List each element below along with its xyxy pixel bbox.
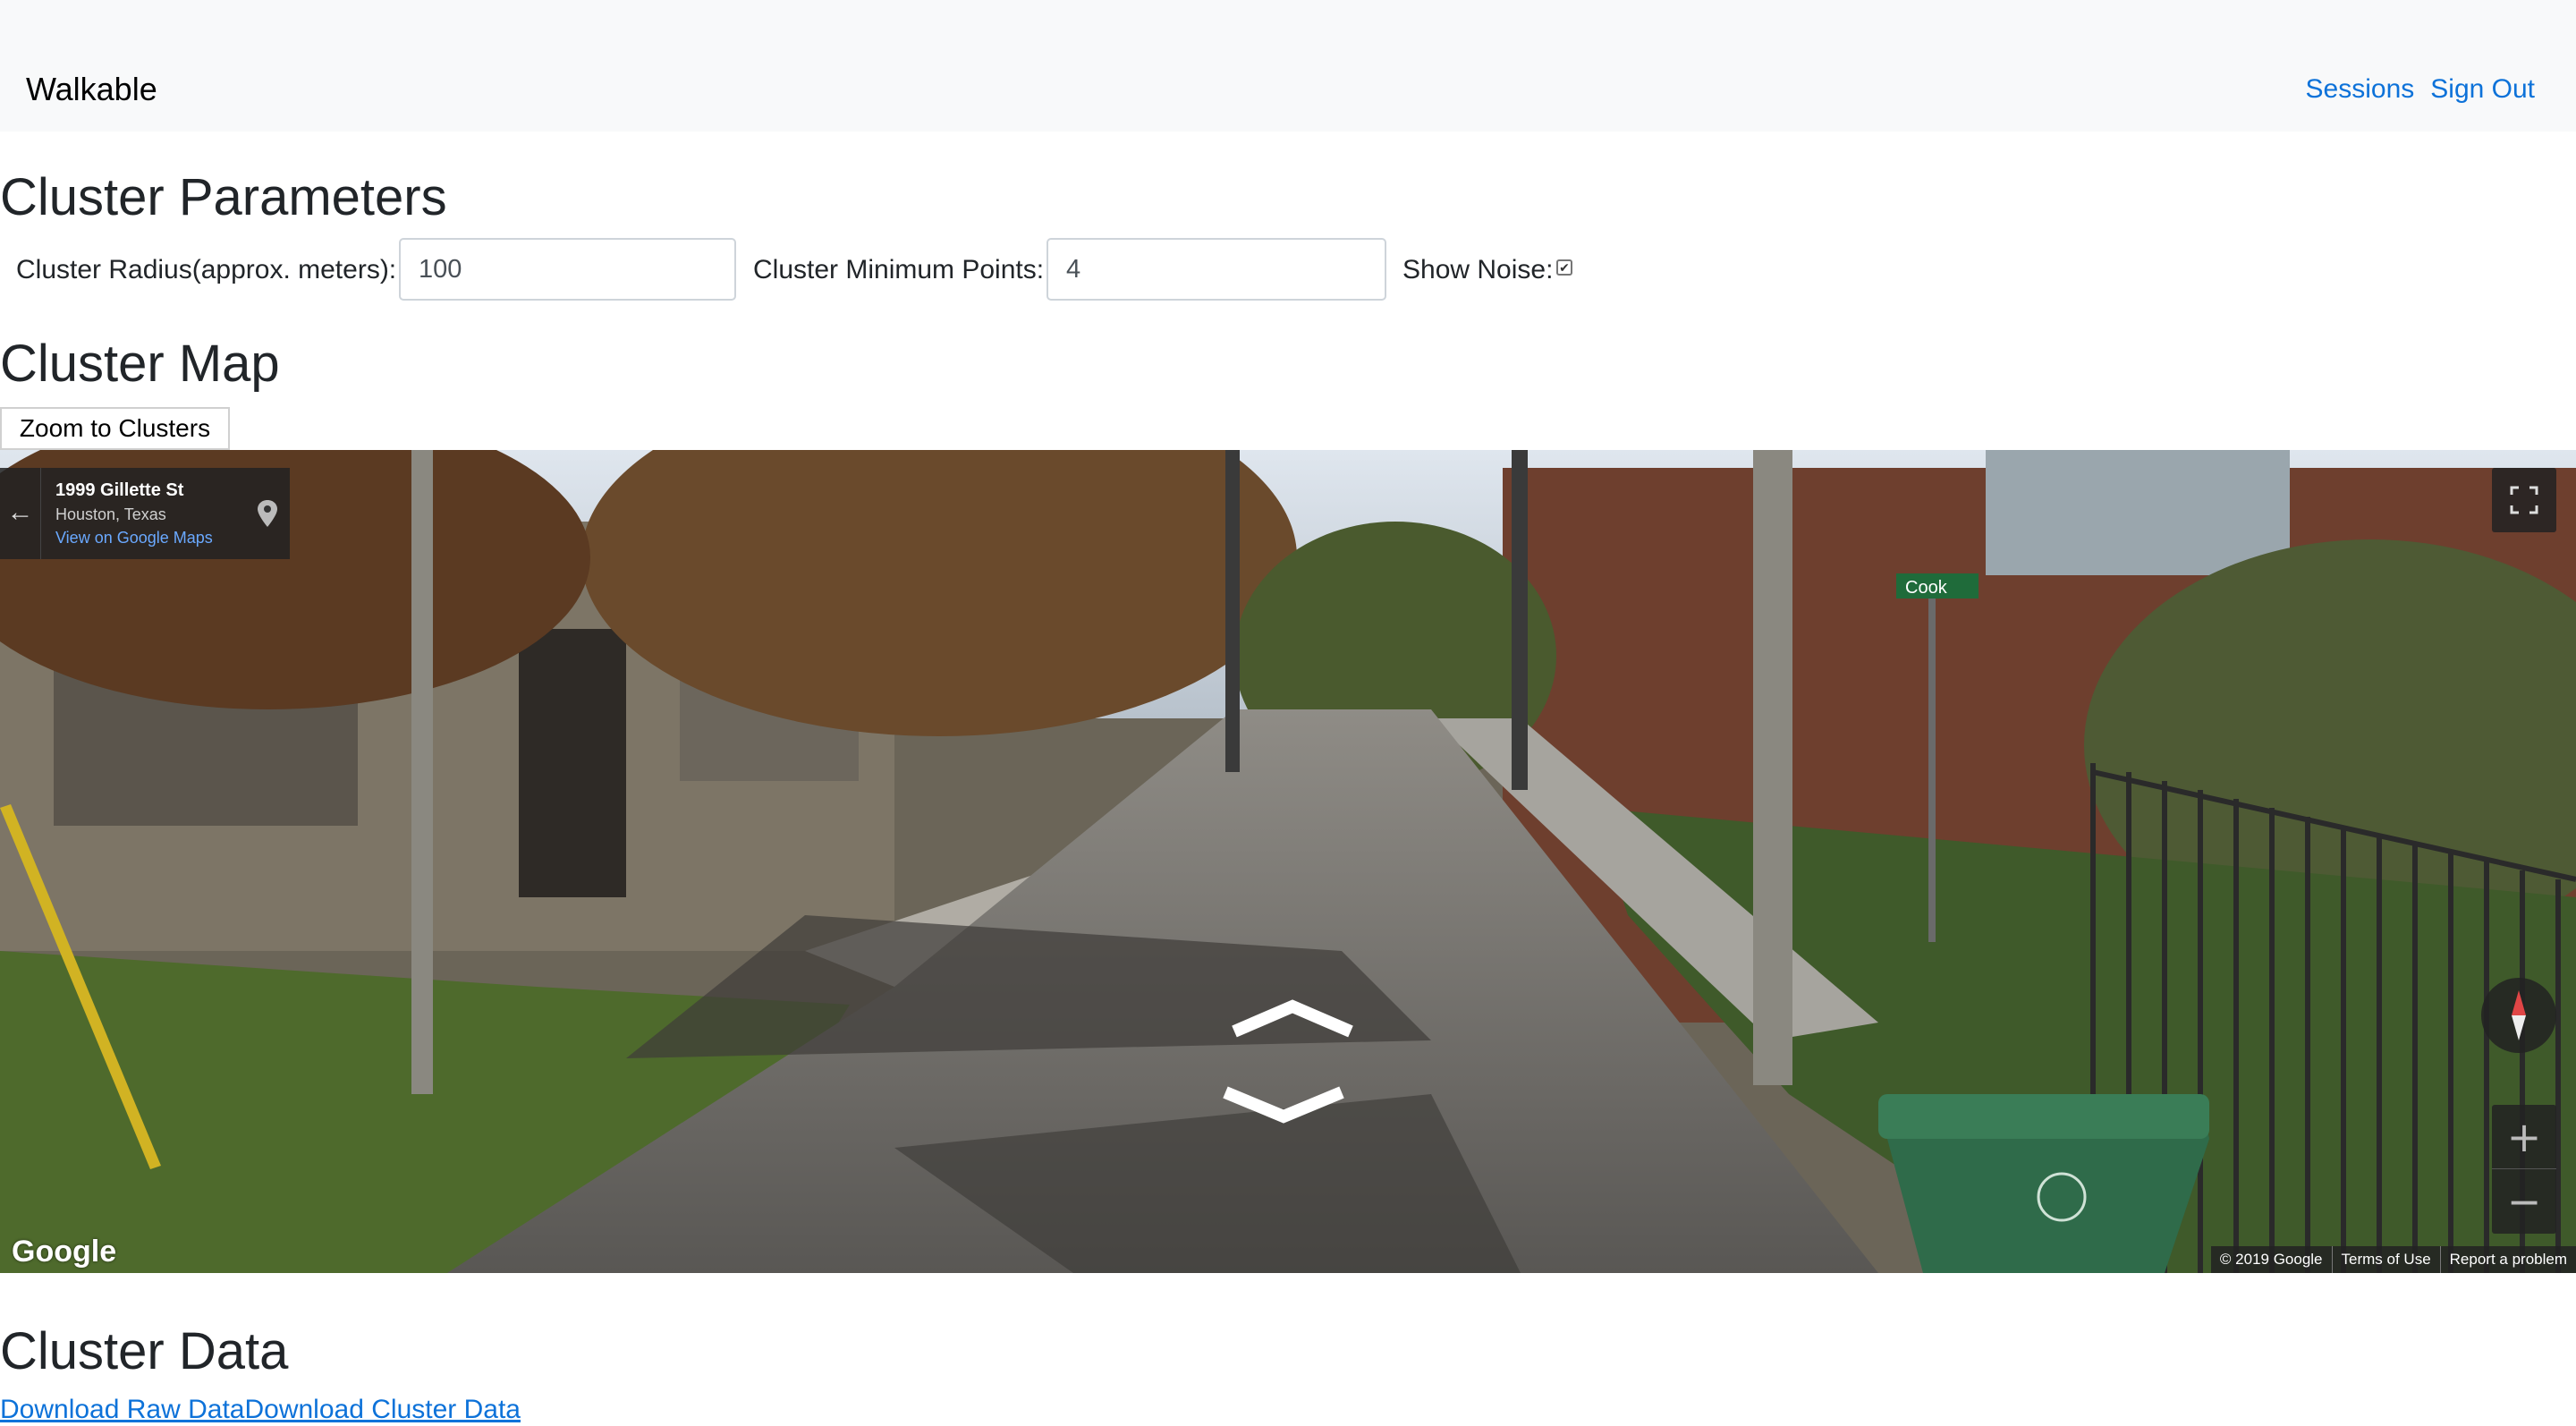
sign-out-link[interactable]: Sign Out <box>2430 70 2535 109</box>
zoom-out-icon[interactable]: − <box>2492 1169 2556 1234</box>
radius-label: Cluster Radius(approx. meters): <box>16 255 397 284</box>
map-attribution: © 2019 Google Terms of Use Report a prob… <box>2210 1246 2576 1273</box>
download-links: Download Raw DataDownload Cluster Data <box>0 1394 521 1426</box>
show-noise-checkbox[interactable]: ✔ <box>1556 259 1572 276</box>
nav-links: Sessions Sign Out <box>2306 70 2535 109</box>
min-points-input[interactable]: 4 <box>1046 238 1386 301</box>
address-title: 1999 Gillette St <box>55 480 184 500</box>
compass-icon[interactable] <box>2481 978 2556 1053</box>
cluster-params-form: Cluster Radius(approx. meters): 100 Clus… <box>0 238 1789 302</box>
download-cluster-data-link[interactable]: Download Cluster Data <box>244 1395 520 1424</box>
street-scene-image: Cook <box>0 450 2576 1273</box>
brand-logo[interactable]: Walkable <box>26 70 157 109</box>
radius-input[interactable]: 100 <box>399 238 736 301</box>
show-noise-label: Show Noise: <box>1402 255 1554 284</box>
zoom-controls: + − <box>2492 1105 2556 1234</box>
street-sign-text: Cook <box>1905 578 1948 598</box>
cluster-parameters-heading: Cluster Parameters <box>0 168 447 226</box>
zoom-to-clusters-button[interactable]: Zoom to Clusters <box>0 407 230 450</box>
cluster-map-heading: Cluster Map <box>0 335 280 393</box>
map-pin-icon[interactable] <box>256 498 279 529</box>
navbar: Walkable Sessions Sign Out <box>0 0 2576 132</box>
sessions-link[interactable]: Sessions <box>2306 70 2415 109</box>
min-points-label: Cluster Minimum Points: <box>753 255 1045 284</box>
back-arrow-icon[interactable]: ← <box>0 468 41 559</box>
address-card: ← 1999 Gillette St Houston, Texas View o… <box>0 468 290 559</box>
report-problem-link[interactable]: Report a problem <box>2439 1246 2576 1273</box>
cluster-data-heading: Cluster Data <box>0 1322 289 1380</box>
fullscreen-icon[interactable] <box>2492 468 2556 532</box>
view-on-google-maps-link[interactable]: View on Google Maps <box>55 529 213 547</box>
copyright-text: © 2019 Google <box>2219 1251 2323 1268</box>
google-logo: Google <box>12 1235 117 1269</box>
terms-of-use-link[interactable]: Terms of Use <box>2331 1246 2440 1273</box>
zoom-in-icon[interactable]: + <box>2492 1105 2556 1169</box>
street-view-panorama[interactable]: Cook ← 1999 Gillette St Houston, Texas V… <box>0 450 2576 1273</box>
address-subtitle: Houston, Texas <box>55 505 166 523</box>
download-raw-data-link[interactable]: Download Raw Data <box>0 1395 244 1424</box>
